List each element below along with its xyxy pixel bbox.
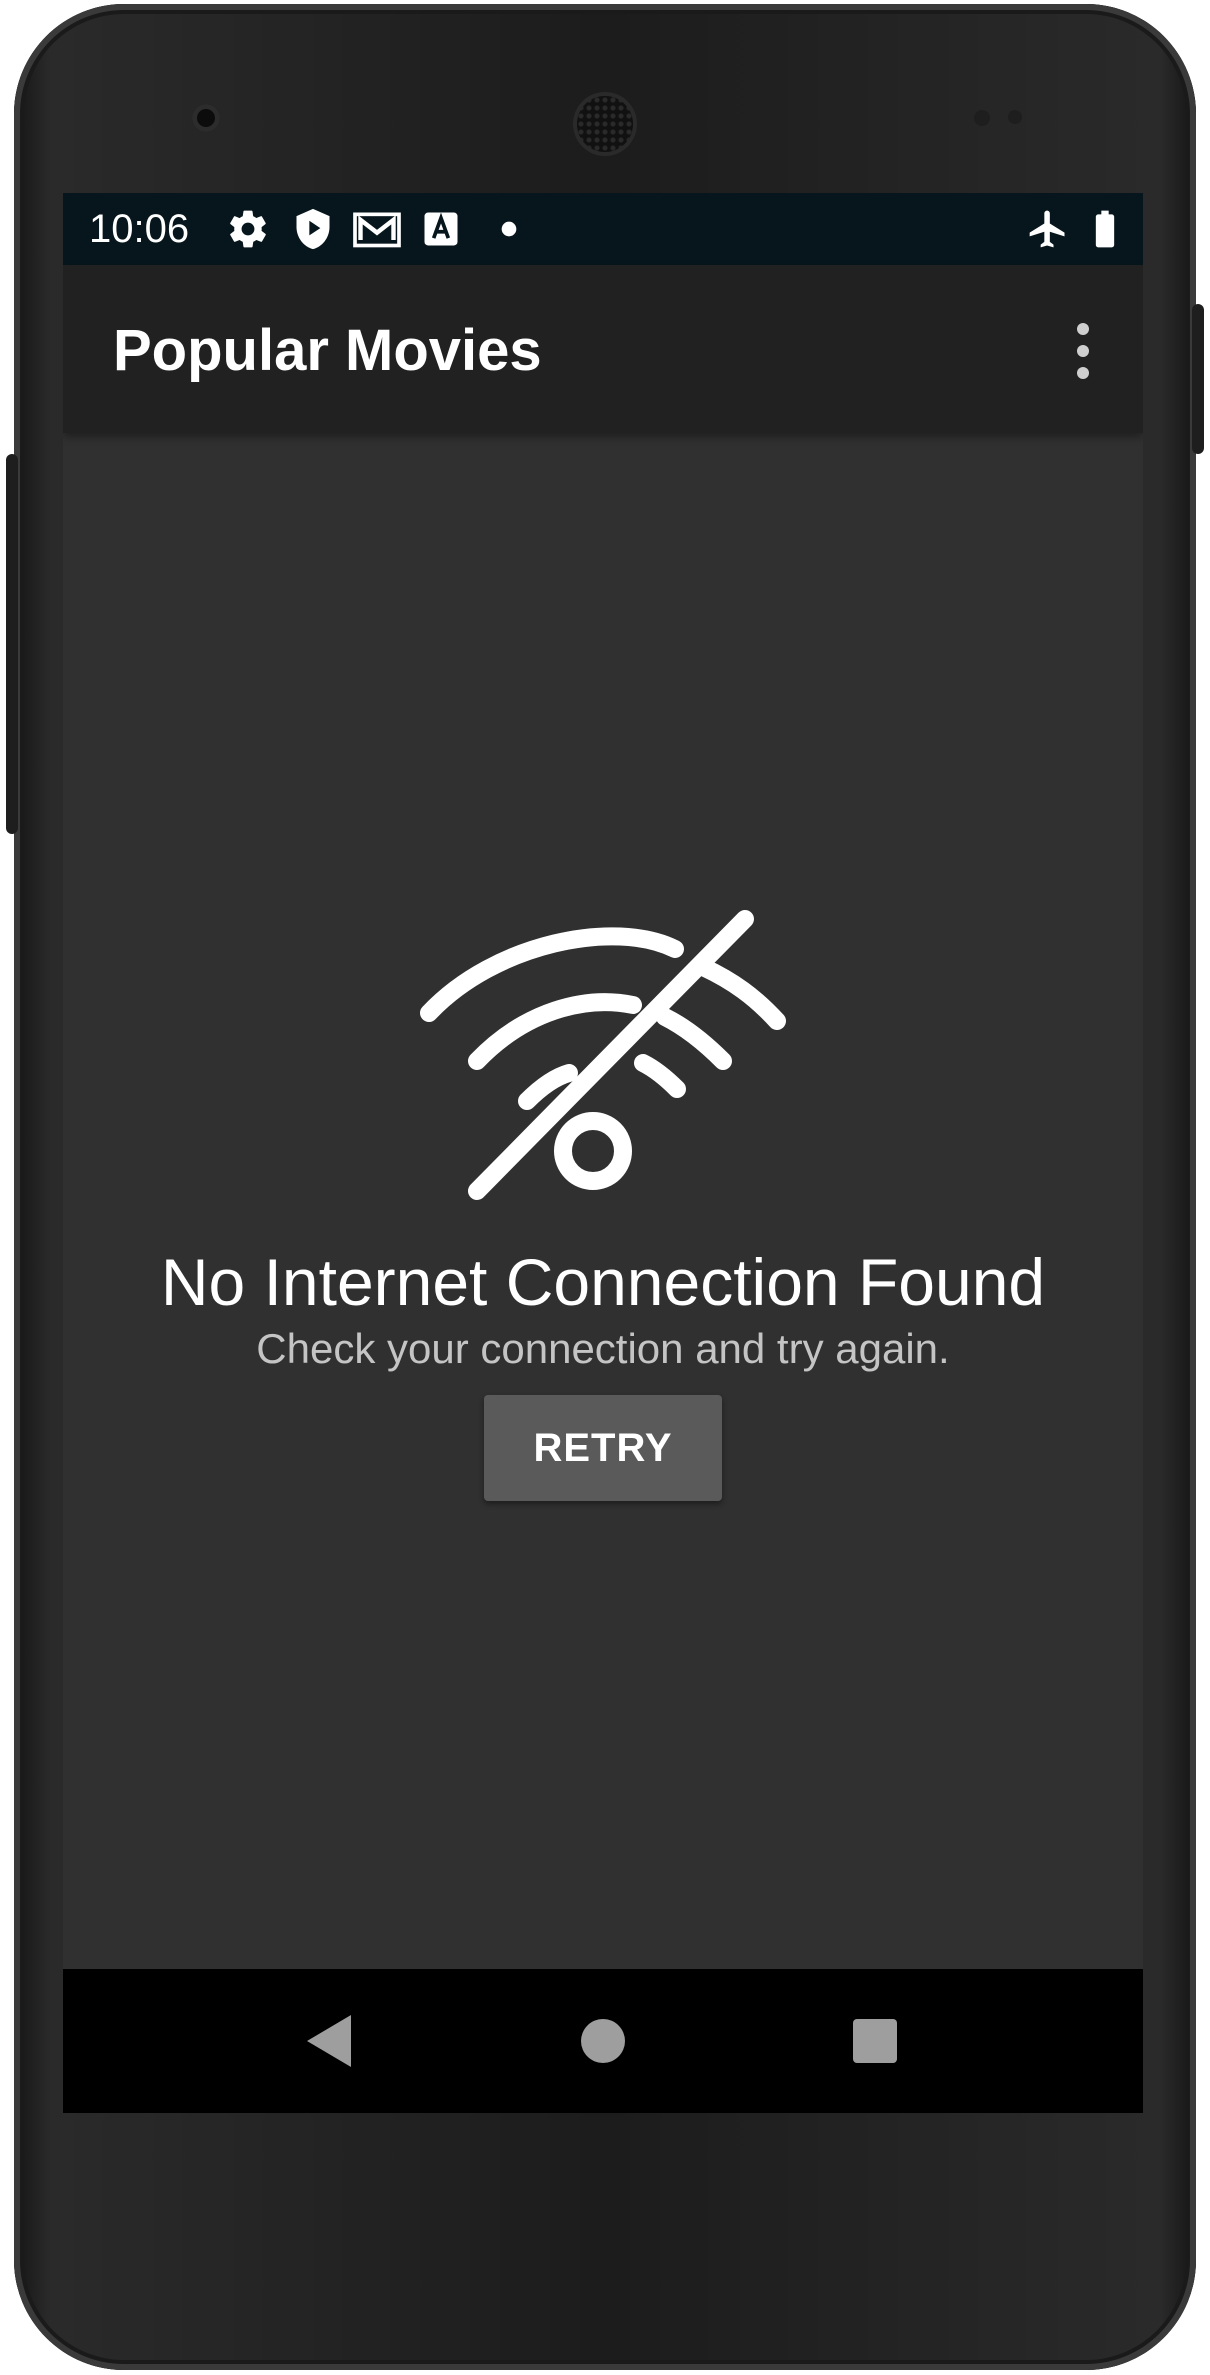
- volume-button: [6, 454, 18, 834]
- proximity-sensor: [974, 110, 990, 126]
- app-toolbar: Popular Movies: [63, 265, 1143, 433]
- font-a-icon: [424, 212, 458, 246]
- recents-icon[interactable]: [853, 2019, 897, 2063]
- more-vert-icon[interactable]: [1063, 319, 1103, 383]
- wifi-off-icon: [420, 910, 786, 1200]
- shield-play-icon: [296, 208, 330, 250]
- light-sensor: [1008, 110, 1022, 124]
- error-state: No Internet Connection Found Check your …: [63, 433, 1143, 1961]
- gear-icon: [230, 210, 266, 248]
- dot-icon: [501, 221, 517, 237]
- status-bar: 10:06: [63, 193, 1143, 265]
- app-title: Popular Movies: [113, 318, 542, 383]
- error-subtitle: Check your connection and try again.: [256, 1325, 950, 1372]
- earpiece-speaker: [577, 96, 633, 152]
- home-icon[interactable]: [581, 2019, 625, 2063]
- battery-icon: [1095, 210, 1115, 248]
- retry-button[interactable]: RETRY: [484, 1395, 722, 1501]
- error-title: No Internet Connection Found: [160, 1245, 1046, 1319]
- navigation-bar: [63, 1969, 1143, 2113]
- status-time: 10:06: [89, 207, 190, 251]
- device-screen: 10:06 Popular Movies No Internet Connect…: [63, 193, 1143, 2113]
- front-camera: [192, 104, 220, 132]
- airplane-mode-icon: [1029, 210, 1065, 248]
- back-icon[interactable]: [307, 2015, 351, 2067]
- gmail-icon: [353, 212, 401, 248]
- power-button: [1192, 304, 1204, 454]
